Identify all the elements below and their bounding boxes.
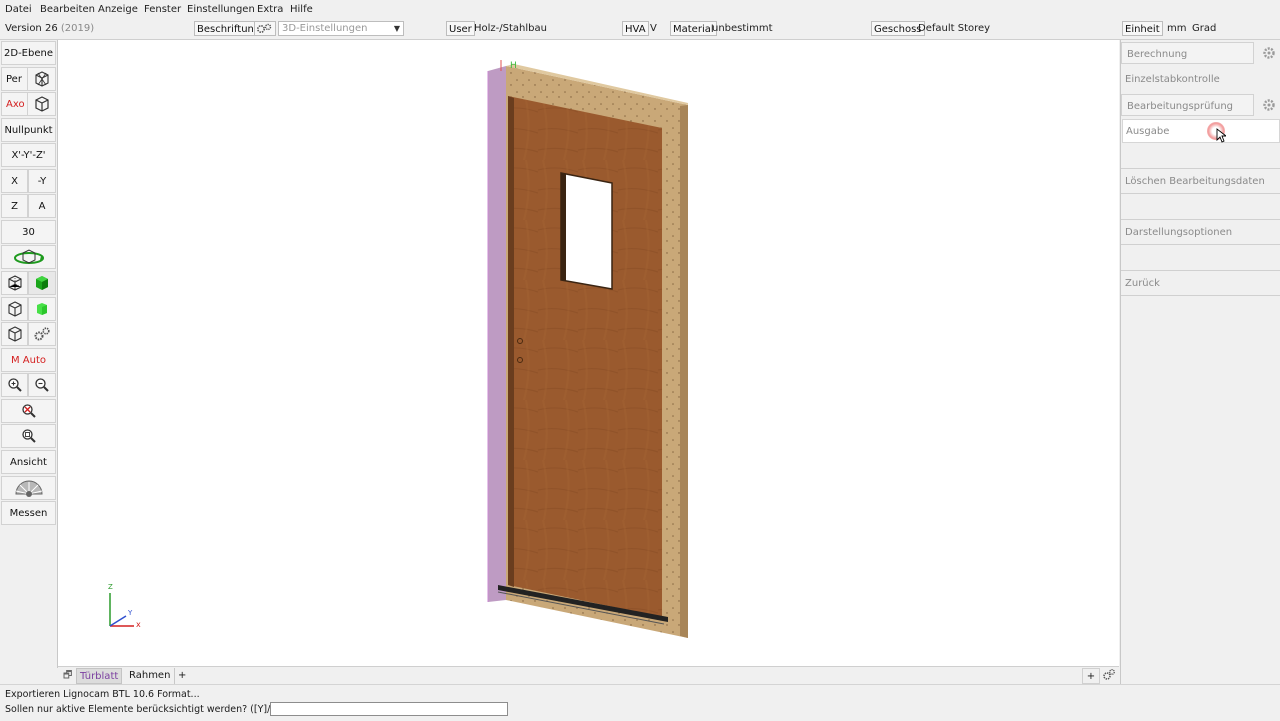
geschoss-button[interactable]: Geschoss [871, 21, 925, 36]
separator [1121, 193, 1280, 194]
ansicht-button[interactable]: Ansicht [1, 450, 56, 474]
bearbeitungspruefung-label: Bearbeitungsprüfung [1127, 101, 1234, 112]
zoom-in-icon[interactable] [1, 373, 28, 397]
xyz-button[interactable]: X'-Y'-Z' [1, 143, 56, 167]
ausgabe-label: Ausgabe [1126, 126, 1170, 137]
2d-ebene-button[interactable]: 2D-Ebene [1, 41, 56, 65]
tab-tuerblatt[interactable]: Türblatt [76, 668, 123, 684]
bearbeitungspruefung-button[interactable]: Bearbeitungsprüfung [1121, 94, 1254, 116]
right-panel: Berechnung Einzelstabkontrolle Bearbeitu… [1120, 40, 1280, 684]
a-view-button[interactable]: A [28, 194, 56, 218]
door-window [560, 172, 613, 290]
separator [1121, 244, 1280, 245]
menu-hilfe[interactable]: Hilfe [290, 4, 313, 15]
tab-settings-gear-icon[interactable] [1101, 668, 1119, 684]
tab-rahmen[interactable]: Rahmen [126, 668, 173, 684]
solid-green-cube-icon[interactable] [28, 271, 56, 295]
menu-bearbeiten[interactable]: Bearbeiten [40, 4, 95, 15]
hva-value: V [650, 23, 657, 34]
separator [1121, 295, 1280, 296]
ausgabe-button[interactable]: Ausgabe [1122, 119, 1280, 143]
menu-fenster[interactable]: Fenster [144, 4, 181, 15]
wireframe-cube-icon[interactable] [1, 271, 28, 295]
settings-select[interactable]: 3D-Einstellungen ▼ [278, 21, 404, 36]
menu-bar: Datei Bearbeiten Anzeige Fenster Einstel… [0, 0, 1280, 19]
command-prompt: Sollen nur aktive Elemente berücksichtig… [5, 704, 282, 715]
loeschen-bearbeitungsdaten-item[interactable]: Löschen Bearbeitungsdaten [1125, 176, 1265, 187]
einheit-button[interactable]: Einheit [1122, 21, 1163, 36]
messen-button[interactable]: Messen [1, 501, 56, 525]
3d-viewport[interactable]: H Z Y x [58, 40, 1119, 668]
axis-y-label: Y [128, 609, 133, 617]
top-toolbar: Version 26 (2019) Beschriftung 3D-Einste… [0, 19, 1280, 40]
restore-window-icon[interactable]: 🗗 [60, 668, 74, 684]
axis-z-label: Z [108, 583, 113, 591]
hidden-lines-cube-icon[interactable] [1, 297, 28, 321]
door-leaf [508, 96, 662, 617]
x-view-button[interactable]: X [1, 169, 28, 193]
m-auto-button[interactable]: M Auto [1, 348, 56, 372]
user-value: Holz-/Stahlbau [474, 23, 547, 34]
axo-cube-icon[interactable] [27, 92, 56, 116]
rotate-view-icon[interactable] [1, 245, 56, 269]
angle-unit-value: Grad [1192, 23, 1217, 34]
berechnung-gear-icon[interactable] [1256, 42, 1280, 64]
berechnung-button[interactable]: Berechnung [1121, 42, 1254, 64]
menu-anzeige[interactable]: Anzeige [98, 4, 138, 15]
axo-button[interactable]: Axo [1, 92, 27, 116]
menu-einstellungen[interactable]: Einstellungen [187, 4, 255, 15]
material-button[interactable]: Material [670, 21, 717, 36]
perspective-cube-icon[interactable] [27, 67, 56, 91]
separator [1121, 219, 1280, 220]
separator [1121, 270, 1280, 271]
thirty-button[interactable]: 30 [1, 220, 56, 244]
geschoss-value: Default Storey [918, 23, 991, 34]
zoom-all-icon[interactable] [1, 424, 56, 448]
z-view-button[interactable]: Z [1, 194, 28, 218]
unit-value: mm [1167, 23, 1187, 34]
cube-icon[interactable] [1, 322, 28, 346]
darstellungsoptionen-item[interactable]: Darstellungsoptionen [1125, 227, 1232, 238]
door-3d-model: H [109, 60, 688, 638]
mouse-cursor-icon [1216, 128, 1226, 143]
menu-extra[interactable]: Extra [257, 4, 283, 15]
tab-bar: 🗗 Türblatt Rahmen + + [58, 666, 1119, 685]
add-button[interactable]: + [1082, 668, 1100, 684]
zoom-reset-icon[interactable] [1, 399, 56, 423]
version-label: Version 26 (2019) [5, 23, 94, 34]
nullpunkt-button[interactable]: Nullpunkt [1, 118, 56, 142]
bearbeitungspruefung-gear-icon[interactable] [1256, 94, 1280, 116]
material-value: unbestimmt [712, 23, 773, 34]
neg-y-view-button[interactable]: -Y [28, 169, 56, 193]
beschriftung-button[interactable]: Beschriftung [194, 21, 264, 36]
status-message: Exportieren Lignocam BTL 10.6 Format... [5, 689, 200, 700]
per-button[interactable]: Per [1, 67, 27, 91]
shaded-green-cube-icon[interactable] [28, 297, 56, 321]
settings-select-value: 3D-Einstellungen [282, 23, 368, 34]
menu-datei[interactable]: Datei [5, 4, 32, 15]
berechnung-label: Berechnung [1127, 49, 1188, 60]
left-toolbar: 2D-Ebene Per Axo Nullpunkt X'-Y'-Z' X -Y… [0, 40, 58, 668]
command-input[interactable] [270, 702, 508, 716]
status-area: Exportieren Lignocam BTL 10.6 Format... … [0, 684, 1280, 721]
separator [1121, 168, 1280, 169]
tab-add-button[interactable]: + [174, 668, 189, 684]
door-side-edge [488, 66, 506, 602]
render-settings-icon[interactable] [1, 476, 56, 500]
user-button[interactable]: User [446, 21, 475, 36]
zoom-out-icon[interactable] [28, 373, 56, 397]
gear-icon[interactable] [254, 21, 276, 36]
settings-gear-icon[interactable] [28, 322, 56, 346]
svg-text:H: H [510, 61, 517, 71]
einzelstabkontrolle-item[interactable]: Einzelstabkontrolle [1125, 74, 1220, 85]
chevron-down-icon: ▼ [393, 24, 400, 33]
axis-x-label: x [136, 620, 141, 629]
version-year: (2019) [60, 23, 95, 34]
version-text: Version 26 [5, 23, 58, 34]
zurueck-item[interactable]: Zurück [1125, 278, 1160, 289]
hva-button[interactable]: HVA [622, 21, 649, 36]
